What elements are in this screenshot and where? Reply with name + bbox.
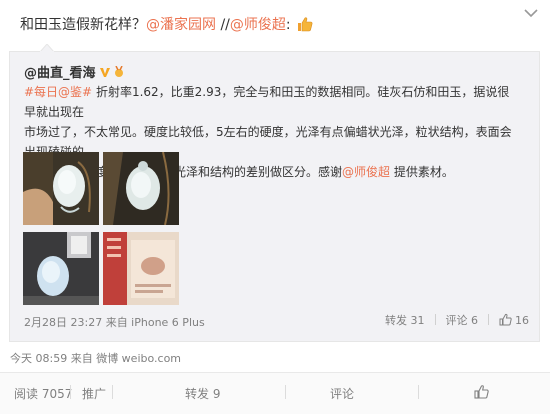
original-author[interactable]: @曲直_看海 bbox=[24, 62, 125, 81]
text-segment: 折射率1.62，比重2.93，完全与和田玉的数据相同。硅灰石仿和田玉，据说很早就… bbox=[24, 85, 510, 119]
post-meta[interactable]: 今天 08:59 来自 微博 weibo.com bbox=[10, 350, 181, 366]
post-body: 和田玉造假新花样？ bbox=[20, 17, 146, 33]
comment-button[interactable]: 评论 bbox=[330, 385, 354, 402]
read-count: 阅读 7057 bbox=[14, 387, 73, 401]
divider bbox=[434, 314, 436, 325]
promote-button[interactable]: 推广 bbox=[82, 385, 106, 402]
jade-photo-3[interactable] bbox=[23, 232, 99, 305]
jade-photo-4[interactable] bbox=[103, 232, 179, 305]
original-author-name[interactable]: @曲直_看海 bbox=[24, 66, 96, 81]
hashtag-link[interactable]: #每日@鉴# bbox=[24, 85, 92, 99]
divider bbox=[285, 385, 286, 399]
like-thumbs-up-icon[interactable] bbox=[474, 384, 489, 399]
medal-icon bbox=[114, 66, 123, 77]
thumbs-up-icon[interactable] bbox=[499, 313, 512, 326]
text-segment: 提供素材。 bbox=[390, 165, 454, 179]
caret-up-icon bbox=[40, 44, 54, 52]
thumbs-up-icon bbox=[298, 17, 313, 32]
original-repost-count[interactable]: 转发 31 bbox=[385, 314, 425, 327]
text-line: #每日@鉴# 折射率1.62，比重2.93，完全与和田玉的数据相同。硅灰石仿和田… bbox=[24, 82, 519, 122]
divider bbox=[70, 385, 71, 399]
original-footer[interactable]: 2月28日 23:27 来自 iPhone 6 Plus bbox=[24, 314, 205, 330]
repost-separator: // bbox=[220, 17, 230, 33]
original-like-count[interactable]: 16 bbox=[515, 314, 529, 327]
action-bar: 阅读 7057 推广 转发 9 评论 bbox=[0, 372, 550, 414]
mention-link[interactable]: @潘家园网 bbox=[146, 17, 216, 33]
divider bbox=[112, 385, 113, 399]
divider bbox=[418, 385, 419, 399]
verified-v-icon bbox=[99, 68, 110, 77]
mention-link[interactable]: @师俊超 bbox=[230, 17, 286, 33]
colon: : bbox=[285, 17, 291, 33]
repost-box: @曲直_看海 #每日@鉴# 折射率1.62，比重2.93，完全与和田玉的数据相同… bbox=[9, 44, 540, 342]
original-actions: 转发 31 评论 6 16 bbox=[385, 312, 529, 328]
post-text: 和田玉造假新花样？@潘家园网 //@师俊超: bbox=[20, 14, 313, 34]
divider bbox=[488, 314, 489, 325]
mention-link[interactable]: @师俊超 bbox=[342, 165, 390, 179]
original-comment-count[interactable]: 评论 6 bbox=[446, 314, 479, 327]
weibo-card: 和田玉造假新花样？@潘家园网 //@师俊超: @曲直_看海 #每日@鉴# 折射率… bbox=[0, 0, 550, 414]
chevron-down-icon[interactable] bbox=[524, 8, 538, 18]
forward-button[interactable]: 转发 9 bbox=[185, 385, 220, 402]
jade-photo-1[interactable] bbox=[23, 152, 99, 225]
jade-photo-2[interactable] bbox=[103, 152, 179, 225]
